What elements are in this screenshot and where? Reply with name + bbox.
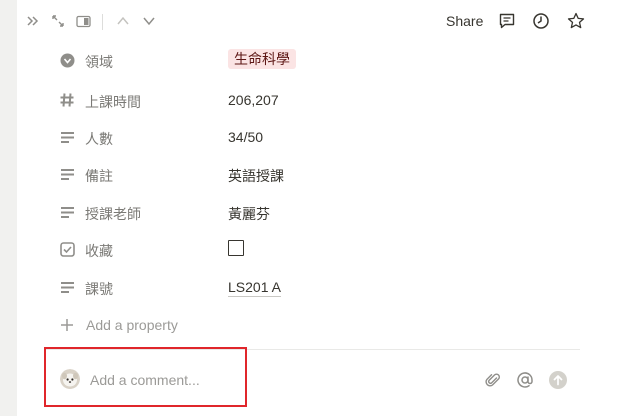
comment-icon[interactable]: [498, 12, 516, 30]
teacher-value[interactable]: 黃麗芬: [228, 204, 270, 224]
notes-value[interactable]: 英語授課: [228, 166, 284, 186]
field-tag[interactable]: 生命科學: [228, 49, 296, 69]
expand-icon[interactable]: [49, 12, 67, 30]
class-time-value[interactable]: 206,207: [228, 92, 279, 108]
property-label: 收藏: [85, 243, 113, 259]
property-row-favorite[interactable]: 收藏: [58, 235, 578, 263]
plus-icon: [58, 316, 76, 334]
comment-input[interactable]: [90, 369, 470, 391]
top-bar: Share: [17, 0, 640, 44]
property-row-teacher[interactable]: 授課老師 黃麗芬: [58, 198, 578, 226]
side-peek-icon[interactable]: [74, 12, 92, 30]
divider: [46, 349, 580, 350]
property-label: 人數: [85, 131, 113, 147]
property-label: 備註: [85, 168, 113, 184]
mention-icon[interactable]: [516, 371, 534, 389]
enrollment-value[interactable]: 34/50: [228, 129, 263, 145]
select-icon: [58, 51, 76, 69]
text-icon: [58, 278, 76, 296]
send-icon[interactable]: [549, 371, 567, 389]
property-label: 上課時間: [85, 94, 141, 110]
add-property-button[interactable]: Add a property: [58, 311, 258, 337]
property-row-course-code[interactable]: 課號 LS201 A: [58, 273, 578, 301]
chevron-down-icon[interactable]: [140, 12, 158, 30]
star-icon[interactable]: [567, 12, 585, 30]
property-label: 課號: [85, 281, 113, 297]
add-property-label: Add a property: [86, 317, 178, 333]
text-icon: [58, 203, 76, 221]
text-icon: [58, 128, 76, 146]
share-button[interactable]: Share: [446, 13, 483, 29]
text-icon: [58, 165, 76, 183]
property-row-enrollment[interactable]: 人數 34/50: [58, 123, 578, 151]
checkbox-icon: [58, 240, 76, 258]
property-label: 授課老師: [85, 206, 141, 222]
double-chevron-right-icon[interactable]: [24, 12, 42, 30]
favorite-checkbox[interactable]: [228, 240, 244, 256]
property-row-class-time[interactable]: 上課時間 206,207: [58, 86, 578, 114]
page-panel: Share 領域 生命科學 上課時間 206,207 人數 34/50 備註 英…: [17, 0, 640, 416]
course-code-value[interactable]: LS201 A: [228, 279, 281, 297]
attachment-icon[interactable]: [484, 371, 502, 389]
avatar: [60, 369, 80, 389]
property-label: 領域: [85, 54, 113, 70]
property-row-notes[interactable]: 備註 英語授課: [58, 160, 578, 188]
clock-icon[interactable]: [532, 12, 550, 30]
chevron-up-icon[interactable]: [114, 12, 132, 30]
toolbar-separator: [102, 14, 103, 30]
property-row-field[interactable]: 領域 生命科學: [58, 46, 578, 74]
number-icon: [58, 91, 76, 109]
